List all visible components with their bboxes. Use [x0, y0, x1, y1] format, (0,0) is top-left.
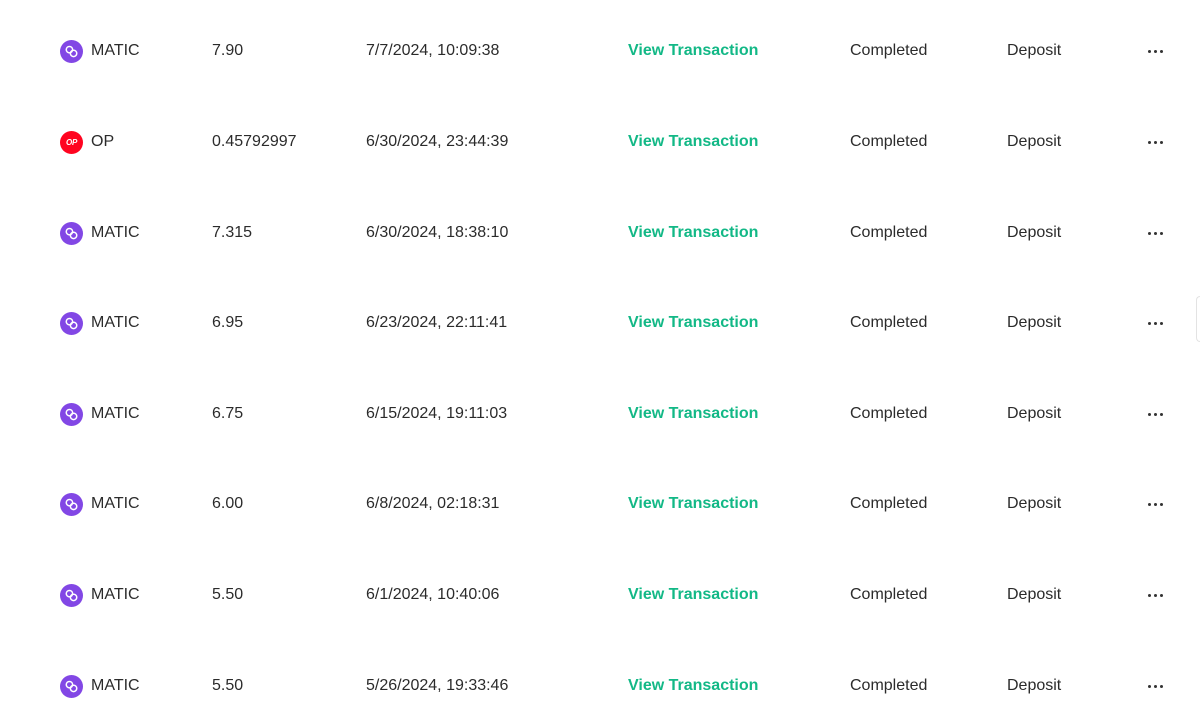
polygon-icon — [60, 583, 83, 607]
polygon-icon — [60, 402, 83, 426]
view-transaction-link[interactable]: View Transaction — [628, 213, 758, 253]
status-text: Completed — [850, 133, 928, 150]
table-row: MATIC 6.75 6/15/2024, 19:11:03 View Tran… — [0, 394, 1200, 434]
optimism-icon: OP — [60, 130, 83, 154]
asset-name: MATIC — [91, 495, 140, 512]
table-row: MATIC 7.90 7/7/2024, 10:09:38 View Trans… — [0, 31, 1200, 71]
polygon-icon — [60, 674, 83, 698]
transaction-list: MATIC 7.90 7/7/2024, 10:09:38 View Trans… — [0, 0, 1200, 712]
view-transaction-link[interactable]: View Transaction — [628, 575, 758, 615]
side-panel-tab[interactable] — [1196, 296, 1200, 342]
type-text: Deposit — [1007, 42, 1062, 59]
status-text: Completed — [850, 677, 928, 694]
asset-cell: MATIC — [60, 31, 140, 71]
status-text: Completed — [850, 314, 928, 331]
timestamp: 6/30/2024, 23:44:39 — [366, 133, 509, 150]
timestamp: 5/26/2024, 19:33:46 — [366, 677, 509, 694]
asset-cell: MATIC — [60, 666, 140, 706]
asset-name: MATIC — [91, 224, 140, 241]
polygon-icon — [60, 492, 83, 516]
table-row: OP OP 0.45792997 6/30/2024, 23:44:39 Vie… — [0, 122, 1200, 162]
asset-name: MATIC — [91, 314, 140, 331]
asset-name: MATIC — [91, 677, 140, 694]
type-text: Deposit — [1007, 133, 1062, 150]
type-text: Deposit — [1007, 405, 1062, 422]
polygon-icon — [60, 311, 83, 335]
polygon-icon — [60, 39, 83, 63]
table-row: MATIC 6.95 6/23/2024, 22:11:41 View Tran… — [0, 303, 1200, 343]
amount: 6.95 — [212, 314, 244, 331]
more-options-icon[interactable] — [1143, 122, 1167, 162]
view-transaction-link[interactable]: View Transaction — [628, 666, 758, 706]
timestamp: 6/30/2024, 18:38:10 — [366, 224, 509, 241]
view-transaction-link[interactable]: View Transaction — [628, 484, 758, 524]
type-text: Deposit — [1007, 586, 1062, 603]
asset-cell: MATIC — [60, 394, 140, 434]
status-text: Completed — [850, 224, 928, 241]
asset-cell: OP OP — [60, 122, 114, 162]
more-options-icon[interactable] — [1143, 303, 1167, 343]
table-row: MATIC 5.50 5/26/2024, 19:33:46 View Tran… — [0, 666, 1200, 706]
asset-cell: MATIC — [60, 484, 140, 524]
table-row: MATIC 5.50 6/1/2024, 10:40:06 View Trans… — [0, 575, 1200, 615]
more-options-icon[interactable] — [1143, 484, 1167, 524]
type-text: Deposit — [1007, 495, 1062, 512]
asset-cell: MATIC — [60, 575, 140, 615]
timestamp: 6/8/2024, 02:18:31 — [366, 495, 500, 512]
asset-cell: MATIC — [60, 213, 140, 253]
amount: 7.90 — [212, 42, 244, 59]
asset-name: OP — [91, 133, 115, 150]
amount: 5.50 — [212, 586, 244, 603]
status-text: Completed — [850, 42, 928, 59]
view-transaction-link[interactable]: View Transaction — [628, 31, 758, 71]
more-options-icon[interactable] — [1143, 394, 1167, 434]
more-options-icon[interactable] — [1143, 31, 1167, 71]
type-text: Deposit — [1007, 224, 1062, 241]
status-text: Completed — [850, 495, 928, 512]
more-options-icon[interactable] — [1143, 666, 1167, 706]
amount: 7.315 — [212, 224, 253, 241]
polygon-icon — [60, 221, 83, 245]
timestamp: 6/23/2024, 22:11:41 — [366, 314, 508, 331]
type-text: Deposit — [1007, 314, 1062, 331]
asset-name: MATIC — [91, 586, 140, 603]
timestamp: 7/7/2024, 10:09:38 — [366, 42, 500, 59]
amount: 6.75 — [212, 405, 244, 422]
amount: 0.45792997 — [212, 133, 297, 150]
table-row: MATIC 6.00 6/8/2024, 02:18:31 View Trans… — [0, 484, 1200, 524]
type-text: Deposit — [1007, 677, 1062, 694]
timestamp: 6/15/2024, 19:11:03 — [366, 405, 508, 422]
timestamp: 6/1/2024, 10:40:06 — [366, 586, 500, 603]
view-transaction-link[interactable]: View Transaction — [628, 394, 758, 434]
more-options-icon[interactable] — [1143, 575, 1167, 615]
more-options-icon[interactable] — [1143, 213, 1167, 253]
asset-cell: MATIC — [60, 303, 140, 343]
view-transaction-link[interactable]: View Transaction — [628, 303, 758, 343]
asset-name: MATIC — [91, 42, 140, 59]
status-text: Completed — [850, 586, 928, 603]
view-transaction-link[interactable]: View Transaction — [628, 122, 758, 162]
amount: 5.50 — [212, 677, 244, 694]
asset-name: MATIC — [91, 405, 140, 422]
status-text: Completed — [850, 405, 928, 422]
amount: 6.00 — [212, 495, 244, 512]
table-row: MATIC 7.315 6/30/2024, 18:38:10 View Tra… — [0, 213, 1200, 253]
